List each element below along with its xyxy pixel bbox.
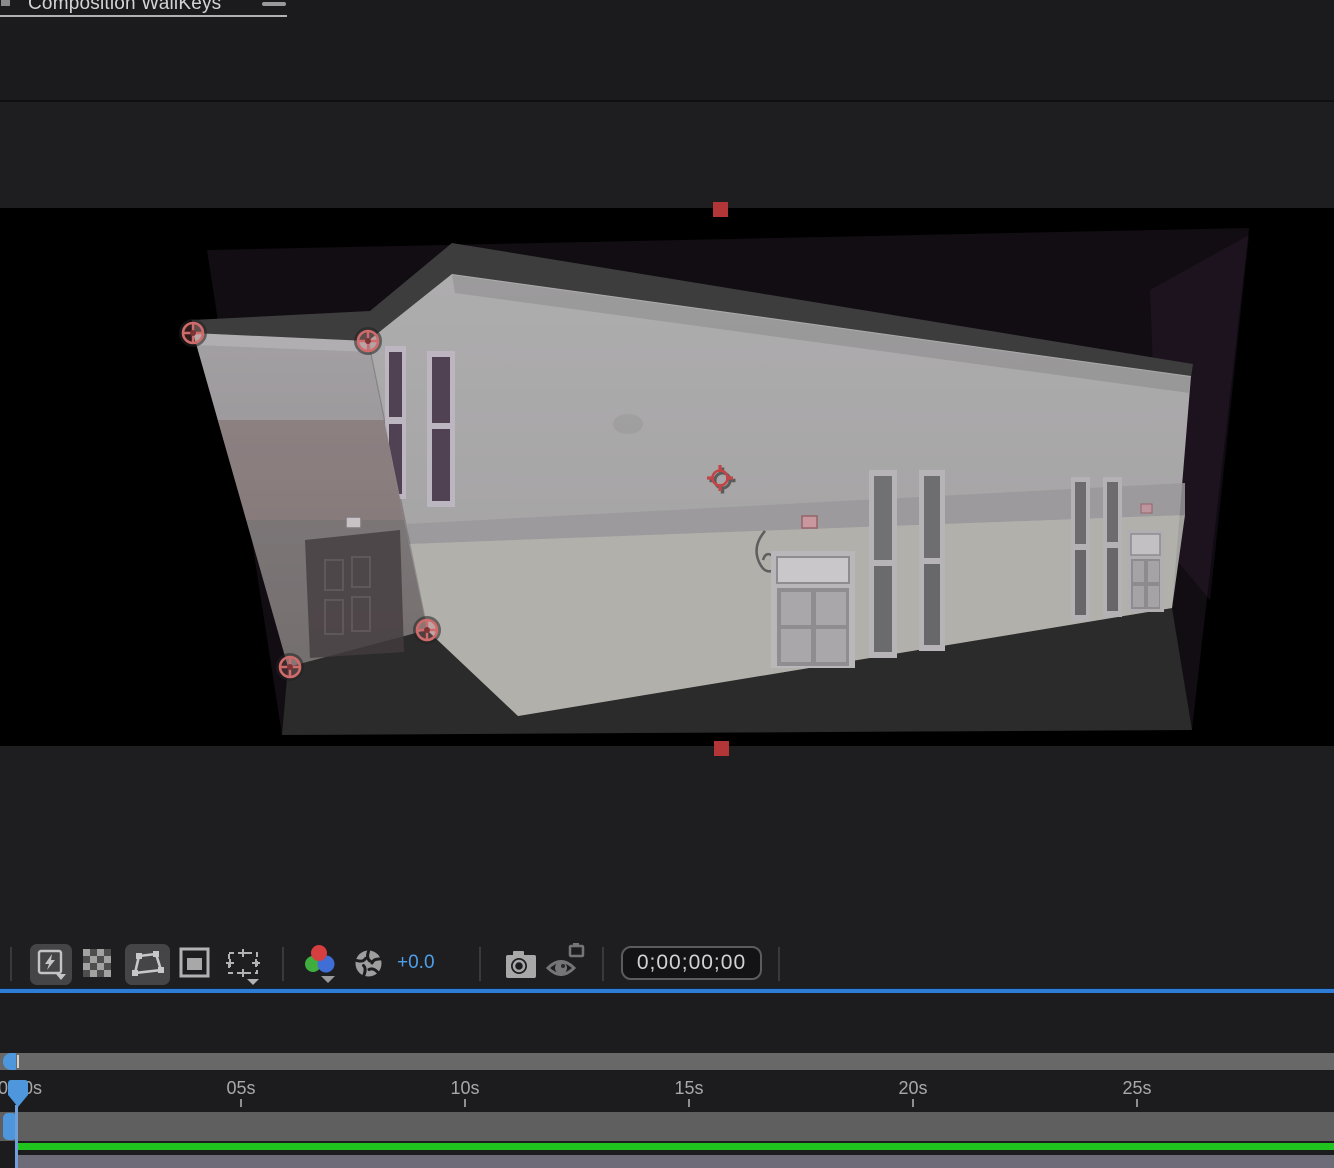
reset-exposure-button[interactable]	[354, 949, 383, 983]
panel-tab-bar: Composition WallKeys	[0, 0, 1334, 100]
region-of-interest-button[interactable]	[179, 947, 210, 983]
toolbar-separator	[479, 947, 481, 981]
channel-settings-button[interactable]	[302, 943, 340, 990]
shutter-icon	[354, 949, 383, 978]
playhead[interactable]	[8, 1080, 28, 1107]
exposure-value[interactable]: +0.0	[397, 952, 435, 974]
cached-frames-indicator	[18, 1143, 1334, 1150]
ruler-tick	[464, 1099, 466, 1107]
ruler-label-20s: 20s	[898, 1078, 927, 1099]
current-time-field[interactable]: 0;00;00;00	[621, 946, 762, 980]
take-snapshot-button[interactable]	[503, 946, 539, 987]
grid-guide-options-button[interactable]	[225, 946, 263, 991]
ruler-label-25s: 25s	[1122, 1078, 1151, 1099]
ruler-label-15s: 15s	[674, 1078, 703, 1099]
snapshot-eye-icon	[544, 941, 588, 983]
toolbar-separator	[602, 947, 604, 981]
rgb-channels-icon	[302, 943, 340, 985]
composition-viewport[interactable]	[0, 208, 1334, 746]
toolbar-separator	[778, 947, 780, 981]
time-navigator-start-handle[interactable]	[3, 1053, 16, 1070]
ruler-label-10s: 10s	[450, 1078, 479, 1099]
toolbar-separator	[282, 947, 284, 981]
timeline-panel: 0;00s 05s 10s 15s 20s 25s	[0, 993, 1334, 1168]
panel-drag-grip-icon	[1, 0, 10, 6]
toolbar-separator	[10, 947, 12, 981]
ruler-tick	[688, 1099, 690, 1107]
ruler-tick	[912, 1099, 914, 1107]
active-tab-underline	[0, 15, 287, 17]
transparency-grid-icon	[82, 948, 112, 978]
camera-icon	[503, 946, 539, 982]
ruler-tick	[240, 1099, 242, 1107]
mask-visibility-icon	[125, 944, 170, 985]
ruler-tick	[1136, 1099, 1138, 1107]
playhead-line	[15, 1105, 18, 1168]
region-of-interest-icon	[179, 947, 210, 978]
timecode-value: 0;00;00;00	[637, 951, 746, 975]
mask-visibility-button[interactable]	[125, 944, 170, 985]
panel-menu-icon[interactable]	[262, 2, 286, 6]
fast-previews-button[interactable]	[30, 944, 72, 985]
ruler-label-05s: 05s	[226, 1078, 255, 1099]
pasteboard-top	[0, 102, 1334, 208]
layer-duration-bar[interactable]	[18, 1155, 1334, 1168]
tab-composition[interactable]: Composition WallKeys	[28, 0, 221, 15]
time-navigator-bar[interactable]	[0, 1053, 1334, 1070]
transparency-grid-button[interactable]	[82, 948, 112, 983]
after-effects-composition-panel: Composition WallKeys	[0, 0, 1334, 1168]
time-navigator-edge	[17, 1055, 19, 1068]
work-area-bar[interactable]	[0, 1112, 1334, 1141]
fast-previews-icon	[30, 944, 72, 985]
grid-guide-options-icon	[225, 946, 263, 986]
show-snapshot-button[interactable]	[544, 941, 588, 988]
